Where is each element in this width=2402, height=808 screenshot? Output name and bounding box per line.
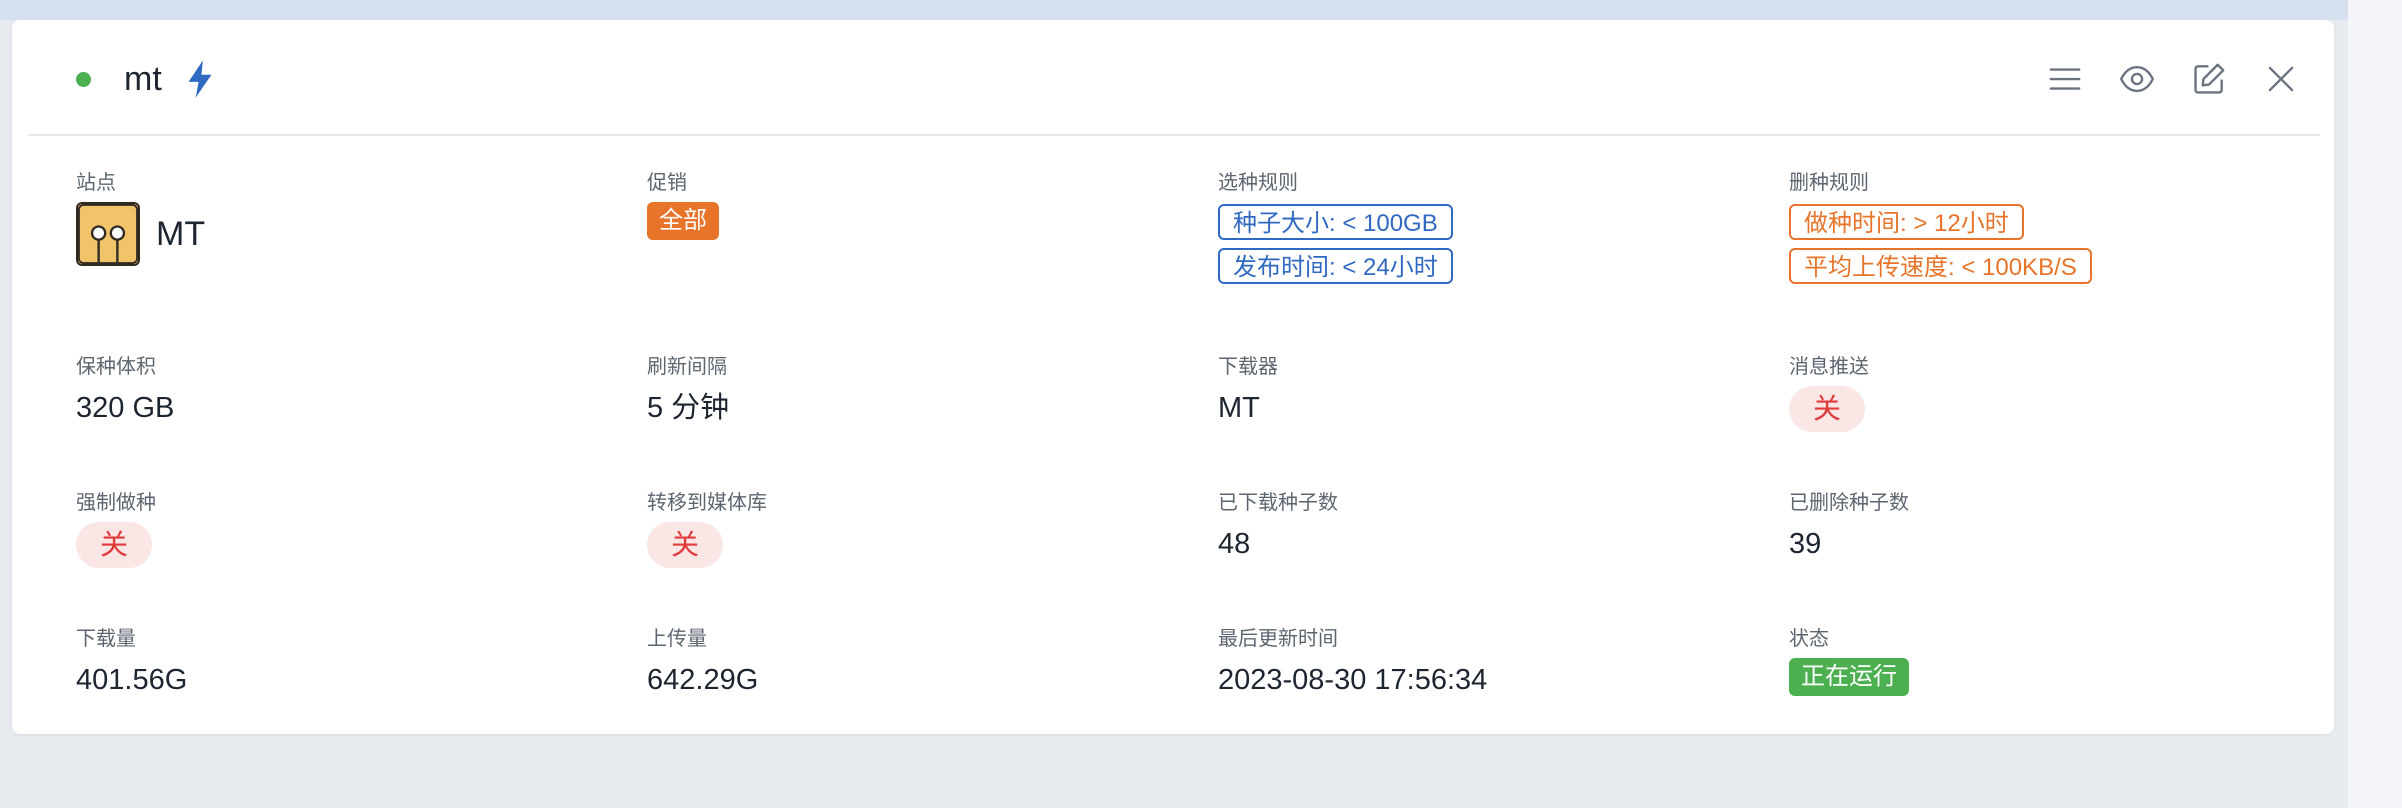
field-downloader: 下载器 MT bbox=[1218, 354, 1278, 426]
field-seed-volume: 保种体积 320 GB bbox=[76, 354, 174, 426]
field-downloaded-count: 已下载种子数 48 bbox=[1218, 490, 1338, 562]
field-label-select-rules: 选种规则 bbox=[1218, 172, 1298, 194]
refresh-interval-value: 5 分钟 bbox=[647, 392, 730, 424]
top-background-strip bbox=[0, 0, 2402, 20]
field-transfer-media: 转移到媒体库 关 bbox=[647, 490, 767, 568]
close-icon[interactable] bbox=[2262, 60, 2300, 98]
header-divider bbox=[28, 134, 2320, 136]
edit-icon[interactable] bbox=[2190, 60, 2228, 98]
field-label-site: 站点 bbox=[76, 172, 116, 194]
seed-volume-value: 320 GB bbox=[76, 392, 175, 424]
field-delete-rules: 删种规则 做种时间: > 12小时 平均上传速度: < 100KB/S bbox=[1789, 170, 2092, 284]
field-label-notify: 消息推送 bbox=[1789, 356, 1869, 378]
delete-rule-tag: 平均上传速度: < 100KB/S bbox=[1789, 248, 2092, 284]
select-rule-tag: 发布时间: < 24小时 bbox=[1218, 248, 1453, 284]
field-label-downloaded-count: 已下载种子数 bbox=[1218, 492, 1338, 514]
field-label-transfer-media: 转移到媒体库 bbox=[647, 492, 767, 514]
upload-amount-value: 642.29G bbox=[647, 664, 759, 696]
field-label-last-update: 最后更新时间 bbox=[1218, 628, 1338, 650]
brush-task-card: mt 站点 MT 促销 全部 选种规则 种子大小: < 100GB 发布时间: … bbox=[12, 20, 2334, 734]
deleted-count-value: 39 bbox=[1789, 528, 1822, 560]
force-seed-status-badge: 关 bbox=[76, 522, 152, 568]
download-amount-value: 401.56G bbox=[76, 664, 188, 696]
field-label-download-amount: 下载量 bbox=[76, 628, 136, 650]
eye-icon[interactable] bbox=[2118, 60, 2156, 98]
field-promotion: 促销 全部 bbox=[647, 170, 719, 240]
field-label-delete-rules: 删种规则 bbox=[1789, 172, 1869, 194]
field-site: 站点 MT bbox=[76, 170, 205, 266]
downloader-value: MT bbox=[1218, 392, 1260, 424]
field-label-refresh-interval: 刷新间隔 bbox=[647, 356, 727, 378]
field-label-state: 状态 bbox=[1789, 628, 1829, 650]
field-label-deleted-count: 已删除种子数 bbox=[1789, 492, 1909, 514]
delete-rule-tag: 做种时间: > 12小时 bbox=[1789, 204, 2024, 240]
field-label-force-seed: 强制做种 bbox=[76, 492, 156, 514]
card-title: mt bbox=[124, 60, 162, 98]
select-rule-tag: 种子大小: < 100GB bbox=[1218, 204, 1453, 240]
field-notify: 消息推送 关 bbox=[1789, 354, 1869, 432]
field-label-promotion: 促销 bbox=[647, 172, 687, 194]
field-label-upload-amount: 上传量 bbox=[647, 628, 707, 650]
field-refresh-interval: 刷新间隔 5 分钟 bbox=[647, 354, 729, 426]
field-download-amount: 下载量 401.56G bbox=[76, 626, 187, 698]
notify-status-badge: 关 bbox=[1789, 386, 1865, 432]
site-logo-icon bbox=[76, 202, 140, 266]
last-update-value: 2023-08-30 17:56:34 bbox=[1218, 664, 1488, 696]
bolt-icon bbox=[188, 60, 212, 98]
state-badge: 正在运行 bbox=[1789, 658, 1909, 696]
status-dot bbox=[76, 72, 91, 87]
site-name: MT bbox=[156, 215, 206, 253]
field-label-downloader: 下载器 bbox=[1218, 356, 1278, 378]
field-last-update: 最后更新时间 2023-08-30 17:56:34 bbox=[1218, 626, 1487, 698]
promotion-badge: 全部 bbox=[647, 202, 719, 240]
transfer-media-status-badge: 关 bbox=[647, 522, 723, 568]
right-background-strip bbox=[2348, 0, 2402, 808]
card-header: mt bbox=[12, 20, 2334, 134]
menu-icon[interactable] bbox=[2046, 60, 2084, 98]
field-state: 状态 正在运行 bbox=[1789, 626, 1909, 696]
field-label-seed-volume: 保种体积 bbox=[76, 356, 156, 378]
delete-rules-tags: 做种时间: > 12小时 平均上传速度: < 100KB/S bbox=[1789, 204, 2092, 284]
field-deleted-count: 已删除种子数 39 bbox=[1789, 490, 1909, 562]
select-rules-tags: 种子大小: < 100GB 发布时间: < 24小时 bbox=[1218, 204, 1453, 284]
site-value: MT bbox=[76, 202, 205, 266]
downloaded-count-value: 48 bbox=[1218, 528, 1251, 560]
field-force-seed: 强制做种 关 bbox=[76, 490, 156, 568]
field-upload-amount: 上传量 642.29G bbox=[647, 626, 758, 698]
field-select-rules: 选种规则 种子大小: < 100GB 发布时间: < 24小时 bbox=[1218, 170, 1453, 284]
